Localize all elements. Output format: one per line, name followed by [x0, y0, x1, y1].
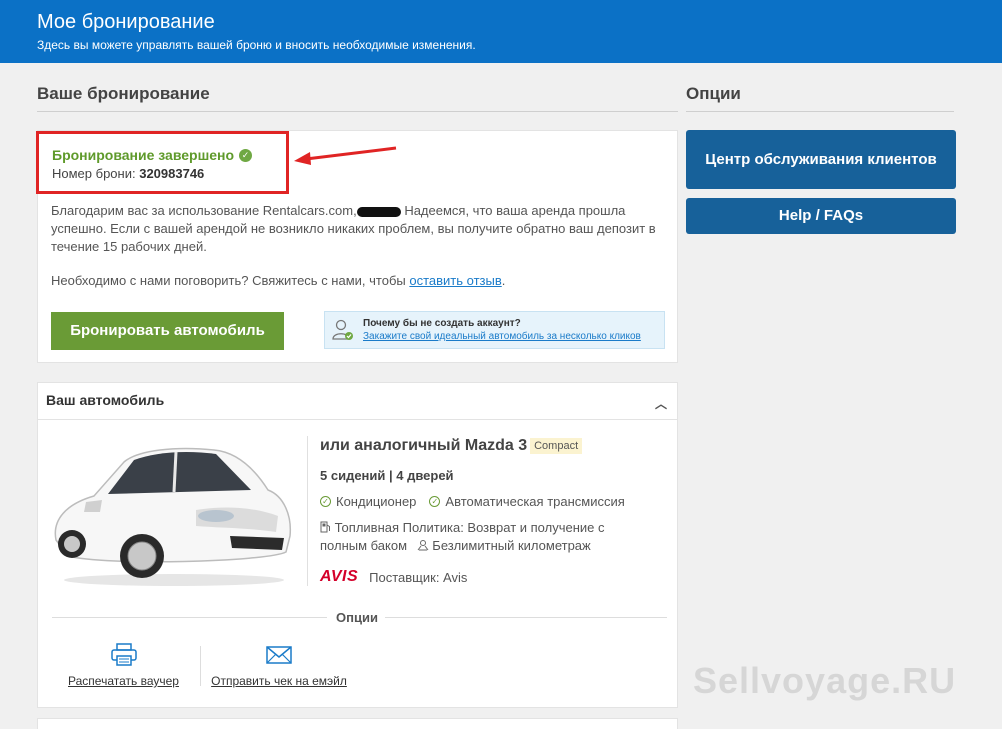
- thanks-message: Благодарим вас за использование Rentalca…: [51, 202, 666, 256]
- booking-status-label: Бронирование завершено: [52, 147, 235, 163]
- booking-number: Номер брони: 320983746: [52, 166, 273, 181]
- feature-ac: Кондиционер: [336, 494, 417, 509]
- print-voucher-action[interactable]: Распечатать ваучер: [66, 643, 181, 688]
- feature-transmission: Автоматическая трансмиссия: [445, 494, 625, 509]
- divider: [200, 646, 201, 686]
- check-circle-icon: ✓: [239, 148, 253, 162]
- account-link[interactable]: Закажите свой идеальный автомобиль за не…: [363, 331, 641, 342]
- car-image: [54, 447, 292, 586]
- divider: [307, 436, 308, 586]
- feature-row: ✓ Кондиционер ✓ Автоматическая трансмисс…: [320, 494, 625, 509]
- watermark: Sellvoyage.RU: [693, 660, 957, 701]
- envelope-icon: [266, 646, 292, 664]
- page-header: Мое бронирование Здесь вы можете управля…: [0, 0, 1002, 63]
- thanks-text-1: Благодарим вас за использование Rentalca…: [51, 203, 357, 218]
- booking-section-title: Ваше бронирование: [37, 84, 210, 103]
- email-receipt-action[interactable]: Отправить чек на емэйл: [209, 643, 349, 688]
- supplier-row: AVIS Поставщик: Avis: [320, 568, 467, 586]
- redacted-name: [356, 206, 401, 217]
- divider: [52, 617, 327, 618]
- divider: [37, 111, 678, 112]
- fuel-pump-icon: [320, 521, 330, 533]
- check-circle-icon: ✓: [429, 496, 441, 507]
- printer-icon: [110, 643, 137, 666]
- book-car-button[interactable]: Бронировать автомобиль: [51, 312, 284, 350]
- options-section-title: Опции: [686, 84, 741, 103]
- fuel-mileage-row: Топливная Политика: Возврат и получение …: [320, 519, 640, 555]
- avis-logo: AVIS: [320, 568, 359, 585]
- user-plus-icon: [332, 319, 353, 340]
- account-question: Почему бы не создать аккаунт?: [363, 318, 521, 329]
- divider: [686, 111, 954, 112]
- print-voucher-link[interactable]: Распечатать ваучер: [66, 674, 181, 688]
- car-model: или аналогичный Mazda 3: [320, 437, 528, 454]
- confirmation-box: Бронирование завершено ✓ Номер брони: 32…: [36, 131, 289, 194]
- car-section-header[interactable]: Ваш автомобиль ︿: [37, 382, 677, 420]
- contact-message: Необходимо с нами поговорить? Свяжитесь …: [51, 273, 505, 288]
- page-title: Мое бронирование: [37, 11, 215, 33]
- seats-doors: 5 сидений | 4 дверей: [320, 468, 454, 483]
- help-faq-button[interactable]: Help / FAQs: [686, 198, 956, 234]
- leave-review-link[interactable]: оставить отзыв: [409, 273, 501, 288]
- email-receipt-link[interactable]: Отправить чек на емэйл: [209, 674, 349, 688]
- mileage: Безлимитный километраж: [432, 538, 591, 553]
- booking-number-value: 320983746: [139, 166, 205, 181]
- next-card: [37, 718, 678, 729]
- create-account-prompt[interactable]: Почему бы не создать аккаунт? Закажите с…: [324, 311, 665, 349]
- chevron-up-icon[interactable]: ︿: [655, 395, 667, 412]
- contact-suffix: .: [501, 273, 506, 288]
- booking-number-label: Номер брони:: [52, 166, 136, 181]
- road-icon: [417, 540, 429, 551]
- car-name: или аналогичный Mazda 3 Compact: [320, 437, 583, 455]
- customer-service-button[interactable]: Центр обслуживания клиентов: [686, 130, 956, 189]
- check-circle-icon: ✓: [320, 496, 331, 507]
- annotation-arrow: [294, 146, 397, 165]
- contact-text: Необходимо с нами поговорить? Свяжитесь …: [51, 273, 410, 288]
- divider: [385, 617, 667, 618]
- supplier-name: Поставщик: Avis: [369, 569, 468, 585]
- car-options-label: Опции: [336, 610, 378, 625]
- booking-status: Бронирование завершено ✓: [52, 146, 273, 164]
- car-class-badge: Compact: [530, 438, 583, 454]
- car-section-title: Ваш автомобиль: [46, 392, 165, 408]
- page-subtitle: Здесь вы можете управлять вашей броню и …: [37, 38, 476, 52]
